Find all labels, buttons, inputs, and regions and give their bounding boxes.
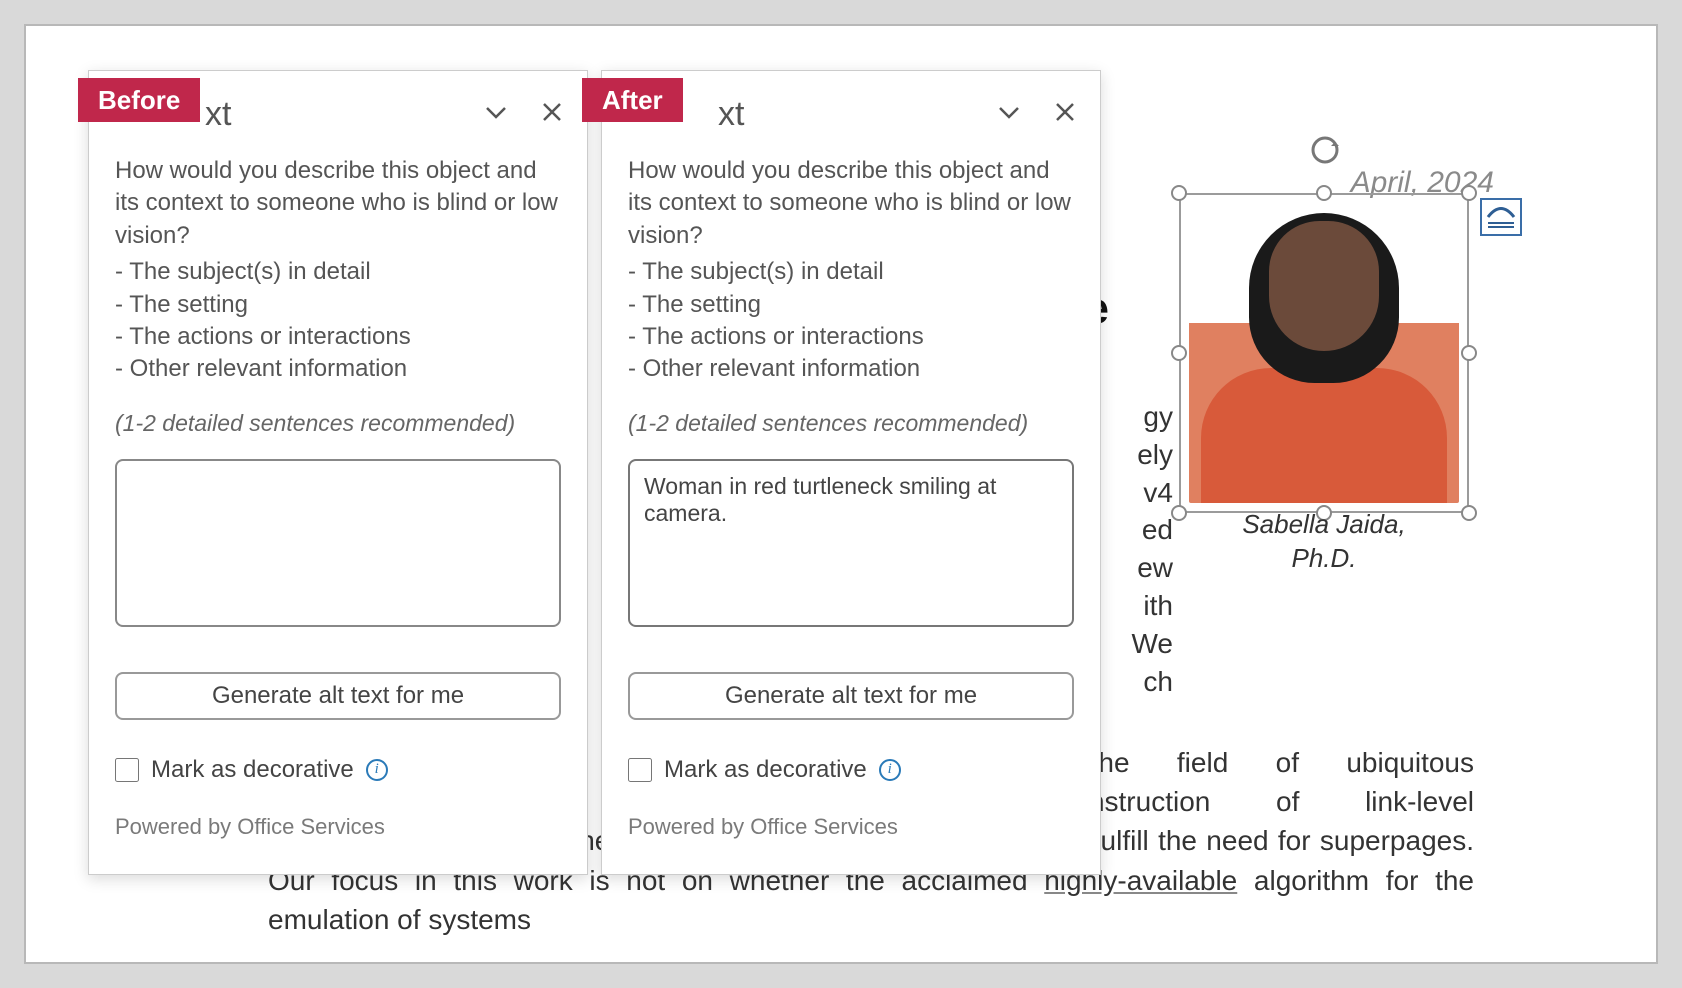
rotate-handle-icon[interactable] [1308,133,1342,167]
alt-text-panel-after: xt How would you describe this object an… [601,70,1101,875]
resize-handle-w[interactable] [1171,345,1187,361]
resize-handle-n[interactable] [1316,185,1332,201]
selection-outline [1179,193,1469,513]
collapse-icon[interactable] [996,99,1022,130]
body-text-fragment-column: gy ely v4 ed ew ith We ch [1113,398,1173,700]
info-icon[interactable]: i [366,759,388,781]
alt-text-panel-before: xt How would you describe this object an… [88,70,588,875]
before-badge: Before [78,78,200,122]
alt-text-input[interactable] [628,459,1074,627]
alt-text-input[interactable] [115,459,561,627]
close-icon[interactable] [1052,99,1078,130]
recommendation-text: (1-2 detailed sentences recommended) [115,410,561,437]
info-icon[interactable]: i [879,759,901,781]
mark-decorative-checkbox[interactable] [628,758,652,782]
generate-alt-text-button[interactable]: Generate alt text for me [628,672,1074,720]
after-badge: After [582,78,683,122]
powered-by-label: Powered by Office Services [628,814,1074,840]
mark-decorative-checkbox[interactable] [115,758,139,782]
generate-alt-text-button[interactable]: Generate alt text for me [115,672,561,720]
collapse-icon[interactable] [483,99,509,130]
panel-description: How would you describe this object and i… [628,155,1074,386]
panel-description: How would you describe this object and i… [115,155,561,386]
mark-decorative-label: Mark as decorative [664,756,867,784]
image-caption: Sabella Jaida, Ph.D. [1179,508,1469,576]
selected-image[interactable] [1179,193,1469,513]
powered-by-label: Powered by Office Services [115,814,561,840]
resize-handle-e[interactable] [1461,345,1477,361]
mark-decorative-label: Mark as decorative [151,756,354,784]
recommendation-text: (1-2 detailed sentences recommended) [628,410,1074,437]
close-icon[interactable] [539,99,565,130]
resize-handle-ne[interactable] [1461,185,1477,201]
outer-frame: April, 2024 ic erce gy ely v4 ed ew ith … [24,24,1658,964]
resize-handle-nw[interactable] [1171,185,1187,201]
layout-options-button[interactable] [1480,198,1522,236]
